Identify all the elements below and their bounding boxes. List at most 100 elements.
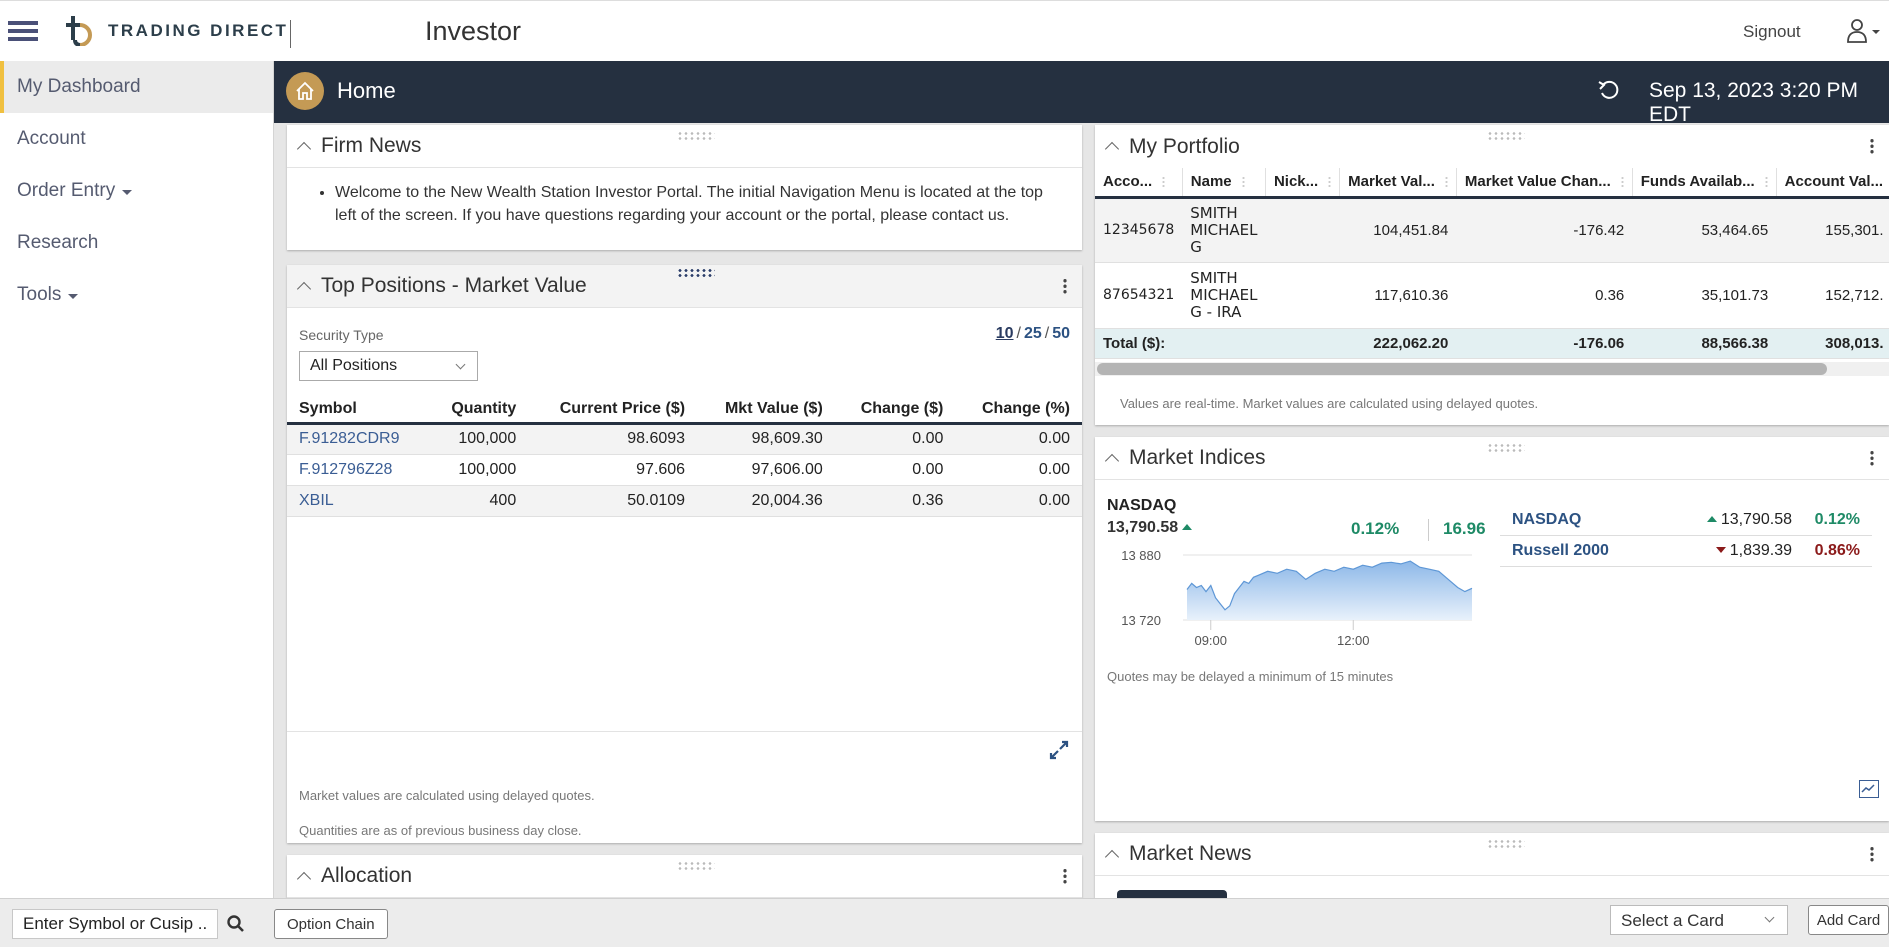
table-row[interactable]: 87654321 SMITH MICHAEL G - IRA 117,610.3… (1095, 262, 1889, 329)
index-value-text: 13,790.58 (1720, 511, 1792, 528)
total-funds-available: 88,566.38 (1632, 328, 1777, 359)
sidebar-item-label: Tools (17, 284, 62, 305)
refresh-icon[interactable] (1595, 76, 1623, 104)
page-title: Home (337, 78, 396, 103)
column-header-change-pct[interactable]: Change (%) (955, 397, 1082, 425)
price-cell: 50.0109 (528, 485, 698, 517)
collapse-chevron-icon[interactable] (1104, 453, 1120, 468)
horizontal-scrollbar[interactable] (1095, 362, 1889, 376)
column-header-account-value[interactable]: Account Val... (1776, 168, 1889, 199)
index-row-russell-2000[interactable]: Russell 2000 1,839.39 0.86% (1500, 536, 1872, 567)
add-card-button[interactable]: Add Card (1808, 905, 1889, 935)
column-header-account[interactable]: Acco... (1095, 168, 1183, 199)
search-icon[interactable] (225, 913, 247, 935)
select-card-dropdown[interactable]: Select a Card (1610, 905, 1788, 935)
symbol-link[interactable]: F.912796Z28 (299, 461, 392, 478)
collapse-chevron-icon[interactable] (296, 141, 312, 156)
allocation-card: Allocation (287, 855, 1082, 900)
card-title: Allocation (321, 864, 413, 887)
column-label: Market Val... (1348, 173, 1435, 191)
my-portfolio-card: My Portfolio Acco... Name Nick... Market… (1095, 125, 1889, 425)
page-size-50[interactable]: 50 (1052, 325, 1070, 342)
column-resize-handle[interactable] (1444, 176, 1448, 189)
top-bar: TRADING DIRECT Investor Signout (0, 0, 1889, 62)
column-header-quantity[interactable]: Quantity (427, 397, 529, 425)
index-value: 1,839.39 (1642, 542, 1792, 560)
mkt-value-cell: 20,004.36 (697, 485, 835, 517)
symbol-link[interactable]: F.91282CDR9 (299, 430, 400, 447)
market-value-change-cell: -176.42 (1456, 197, 1633, 263)
card-header: Firm News (287, 125, 1082, 168)
card-title: Firm News (321, 134, 422, 157)
market-value-cell: 117,610.36 (1339, 262, 1457, 329)
column-header-market-value-change[interactable]: Market Value Chan... (1456, 168, 1633, 199)
column-header-funds-available[interactable]: Funds Availab... (1632, 168, 1777, 199)
table-row: F.91282CDR9 100,000 98.6093 98,609.30 0.… (287, 423, 1082, 455)
signout-link[interactable]: Signout (1743, 22, 1801, 42)
column-header-symbol[interactable]: Symbol (287, 397, 428, 425)
page-size-selector: 10/25/50 (995, 325, 1070, 342)
index-pct: 0.12% (1814, 511, 1860, 528)
scrollbar-thumb[interactable] (1097, 363, 1828, 375)
quotes-delay-note: Quotes may be delayed a minimum of 15 mi… (1107, 669, 1394, 684)
y-tick-label: 13 880 (1121, 548, 1161, 563)
column-header-change-dollar[interactable]: Change ($) (834, 397, 956, 425)
column-header-current-price[interactable]: Current Price ($) (528, 397, 698, 425)
page-size-10[interactable]: 10 (996, 325, 1014, 342)
option-chain-button[interactable]: Option Chain (274, 909, 388, 939)
more-options-icon[interactable] (1062, 278, 1068, 294)
sidebar-item-tools[interactable]: Tools (0, 269, 273, 321)
total-account-value: 308,013. (1776, 328, 1889, 359)
column-resize-handle[interactable] (1620, 176, 1624, 189)
home-icon[interactable] (286, 72, 324, 110)
column-resize-handle[interactable] (1328, 176, 1332, 189)
column-header-market-value[interactable]: Market Val... (1339, 168, 1457, 199)
featured-index-name: NASDAQ (1107, 497, 1177, 514)
chart-toggle-icon[interactable] (1859, 780, 1879, 798)
down-arrow-icon (1715, 547, 1726, 553)
security-type-select[interactable]: All Positions (299, 351, 478, 381)
expand-icon[interactable] (1048, 739, 1070, 761)
column-resize-handle[interactable] (1764, 176, 1768, 189)
collapse-chevron-icon[interactable] (296, 281, 312, 296)
more-options-icon[interactable] (1869, 450, 1875, 466)
change-cell: 0.36 (834, 485, 956, 517)
sidebar-item-account[interactable]: Account (0, 113, 273, 165)
account-value-cell: 155,301. (1776, 197, 1889, 263)
collapse-chevron-icon[interactable] (1104, 141, 1120, 157)
column-header-name[interactable]: Name (1182, 168, 1266, 199)
more-options-icon[interactable] (1869, 846, 1875, 862)
hamburger-menu-icon[interactable] (8, 21, 38, 43)
up-arrow-icon (1182, 524, 1193, 530)
collapse-chevron-icon[interactable] (296, 871, 312, 886)
index-row-nasdaq[interactable]: NASDAQ 13,790.58 0.12% (1500, 505, 1872, 536)
index-pct: 0.86% (1814, 542, 1860, 559)
brand-logo: TRADING DIRECT (66, 15, 288, 47)
market-value-cell: 104,451.84 (1339, 197, 1457, 263)
change-pct-cell: 0.00 (955, 423, 1082, 455)
column-resize-handle[interactable] (1162, 176, 1166, 189)
chevron-down-icon (1764, 912, 1775, 923)
user-menu-button[interactable] (1845, 17, 1885, 47)
sidebar-item-research[interactable]: Research (0, 217, 273, 269)
column-header-mkt-value[interactable]: Mkt Value ($) (697, 397, 835, 425)
symbol-link[interactable]: XBIL (299, 492, 334, 509)
sidebar-item-order-entry[interactable]: Order Entry (0, 165, 273, 217)
mkt-value-cell: 97,606.00 (697, 454, 835, 486)
column-label: Account Val... (1784, 173, 1884, 191)
page-size-25[interactable]: 25 (1024, 325, 1042, 342)
more-options-icon[interactable] (1869, 138, 1875, 154)
column-header-nickname[interactable]: Nick... (1265, 168, 1341, 199)
table-row: F.912796Z28 100,000 97.606 97,606.00 0.0… (287, 454, 1082, 486)
more-options-icon[interactable] (1062, 868, 1068, 884)
drag-handle[interactable] (677, 268, 715, 278)
quantity-cell: 100,000 (427, 423, 529, 455)
table-row[interactable]: 12345678 SMITH MICHAEL G 104,451.84 -176… (1095, 197, 1889, 263)
column-resize-handle[interactable] (1241, 176, 1245, 189)
sidebar-item-my-dashboard[interactable]: My Dashboard (0, 61, 273, 113)
symbol-search-input[interactable] (12, 909, 218, 939)
symbol-cell: F.912796Z28 (287, 454, 428, 486)
index-name: Russell 2000 (1512, 542, 1609, 559)
index-list: NASDAQ 13,790.58 0.12% Russell 2000 1,83… (1500, 505, 1872, 567)
collapse-chevron-icon[interactable] (1104, 849, 1120, 864)
